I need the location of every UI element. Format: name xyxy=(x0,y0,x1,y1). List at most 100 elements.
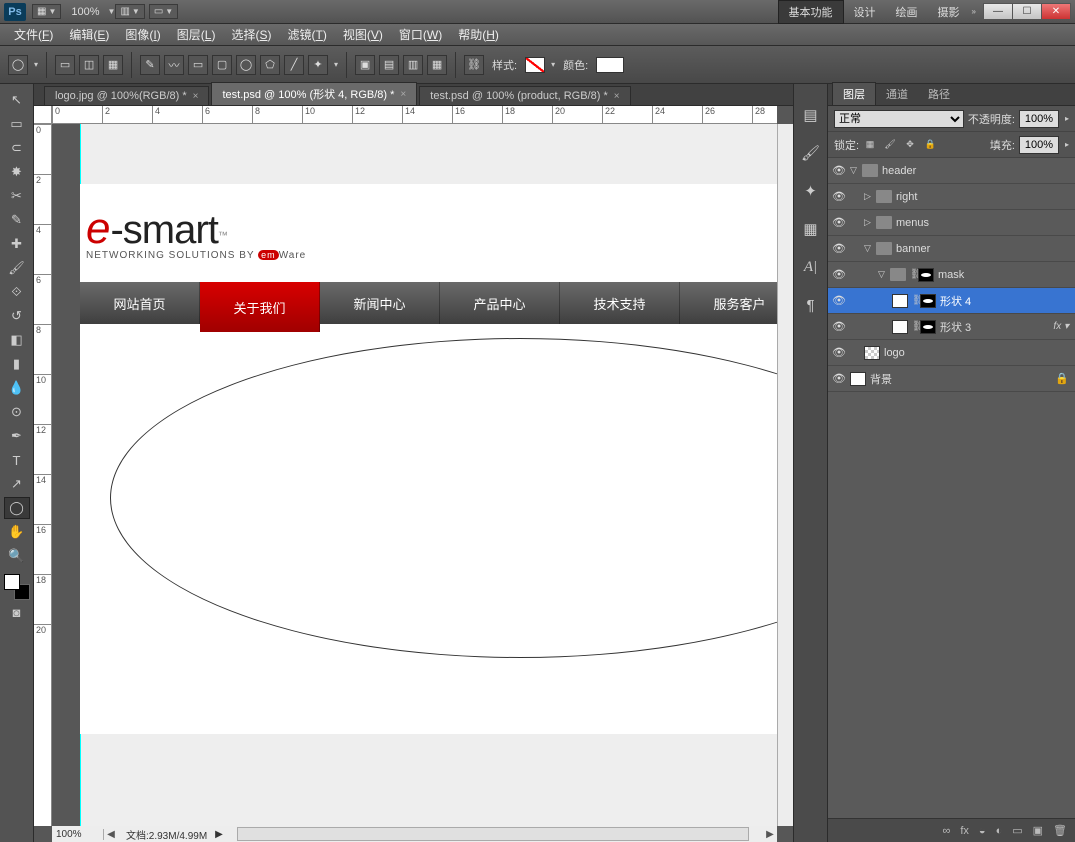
fx-icon[interactable]: fx xyxy=(960,825,969,837)
disclosure-icon[interactable]: ▷ xyxy=(864,217,876,228)
new-layer-icon[interactable]: ▣ xyxy=(1033,824,1043,837)
tab-layers[interactable]: 图层 xyxy=(832,82,876,105)
layer-thumb[interactable] xyxy=(864,346,880,360)
layer-row[interactable]: 👁⛓形状 4 xyxy=(828,288,1075,314)
visibility-icon[interactable]: 👁 xyxy=(828,294,850,307)
pen-icon[interactable]: ✎ xyxy=(140,55,160,75)
menu-file[interactable]: 文件(F) xyxy=(6,24,61,45)
workspace-photo[interactable]: 摄影 xyxy=(928,1,970,23)
polygon-shape-icon[interactable]: ⬠ xyxy=(260,55,280,75)
quick-select-tool[interactable]: ✸ xyxy=(4,161,30,183)
document-tab[interactable]: test.psd @ 100% (形状 4, RGB/8) *× xyxy=(211,82,417,105)
opacity-input[interactable] xyxy=(1019,110,1059,128)
view-extras-button[interactable]: ▥▼ xyxy=(115,4,144,19)
layer-row[interactable]: 👁▷right xyxy=(828,184,1075,210)
layer-row[interactable]: 👁▷menus xyxy=(828,210,1075,236)
layer-row[interactable]: 👁▽⛓mask xyxy=(828,262,1075,288)
horizontal-ruler[interactable]: 0246810121416182022242628 xyxy=(52,106,777,124)
blur-tool[interactable]: 💧 xyxy=(4,377,30,399)
move-tool[interactable]: ↖ xyxy=(4,89,30,111)
menu-layer[interactable]: 图层(L) xyxy=(169,24,224,45)
vertical-ruler[interactable]: 02468101214161820 xyxy=(34,124,52,826)
layer-name[interactable]: header xyxy=(882,165,916,177)
rect-shape-icon[interactable]: ▭ xyxy=(188,55,208,75)
color-swatches[interactable] xyxy=(4,574,30,600)
menu-window[interactable]: 窗口(W) xyxy=(391,24,450,45)
scroll-right-icon[interactable]: ▶ xyxy=(763,829,777,840)
status-menu-icon[interactable]: ▶ xyxy=(215,829,223,840)
layer-name[interactable]: right xyxy=(896,191,917,203)
history-brush-tool[interactable]: ↺ xyxy=(4,305,30,327)
vector-mask-thumb[interactable] xyxy=(920,320,936,334)
marquee-tool[interactable]: ▭ xyxy=(4,113,30,135)
horizontal-scrollbar[interactable] xyxy=(237,827,749,841)
visibility-icon[interactable]: 👁 xyxy=(828,242,850,255)
layer-row[interactable]: 👁背景🔒 xyxy=(828,366,1075,392)
visibility-icon[interactable]: 👁 xyxy=(828,190,850,203)
layer-thumb[interactable] xyxy=(892,294,908,308)
menu-select[interactable]: 选择(S) xyxy=(223,24,279,45)
pen-tool[interactable]: ✒ xyxy=(4,425,30,447)
swatches-panel-icon[interactable]: ▦ xyxy=(799,218,823,240)
trash-icon[interactable]: 🗑 xyxy=(1053,824,1067,837)
freeform-pen-icon[interactable]: 〰 xyxy=(164,55,184,75)
foreground-swatch[interactable] xyxy=(4,574,20,590)
layer-row[interactable]: 👁▽header xyxy=(828,158,1075,184)
menu-help[interactable]: 帮助(H) xyxy=(450,24,507,45)
zoom-tool[interactable]: 🔍 xyxy=(4,545,30,567)
workspace-more-icon[interactable]: » xyxy=(972,7,976,16)
nav-item[interactable]: 服务客户 xyxy=(680,282,777,324)
layer-name[interactable]: 背景 xyxy=(870,371,892,387)
shape-layers-icon[interactable]: ▭ xyxy=(55,55,75,75)
layer-name[interactable]: mask xyxy=(938,269,964,281)
disclosure-icon[interactable]: ▽ xyxy=(878,269,890,280)
eyedropper-tool[interactable]: ✎ xyxy=(4,209,30,231)
layer-thumb[interactable] xyxy=(892,320,908,334)
combine-intersect-icon[interactable]: ▥ xyxy=(403,55,423,75)
layer-row[interactable]: 👁 ▽ banner xyxy=(828,236,1075,262)
disclosure-icon[interactable]: ▽ xyxy=(850,165,862,176)
character-panel-icon[interactable]: A| xyxy=(799,256,823,278)
status-zoom[interactable]: 100% xyxy=(52,829,104,840)
nav-item[interactable]: 产品中心 xyxy=(440,282,560,324)
nav-item[interactable]: 技术支持 xyxy=(560,282,680,324)
layer-name[interactable]: banner xyxy=(896,243,930,255)
hand-tool[interactable]: ✋ xyxy=(4,521,30,543)
nav-item[interactable]: 新闻中心 xyxy=(320,282,440,324)
ellipse-tool[interactable]: ◯ xyxy=(4,497,30,519)
fill-flyout-icon[interactable]: ▸ xyxy=(1065,140,1069,149)
custom-shape-icon[interactable]: ✦ xyxy=(308,55,328,75)
history-panel-icon[interactable]: ▤ xyxy=(799,104,823,126)
layer-thumb[interactable] xyxy=(850,372,866,386)
line-shape-icon[interactable]: ╱ xyxy=(284,55,304,75)
window-close-button[interactable]: ✕ xyxy=(1041,3,1071,20)
menu-edit[interactable]: 编辑(E) xyxy=(61,24,117,45)
nav-item[interactable]: 关于我们 xyxy=(200,282,320,332)
workspace-design[interactable]: 设计 xyxy=(844,1,886,23)
stamp-tool[interactable]: ⟐ xyxy=(4,281,30,303)
combine-exclude-icon[interactable]: ▦ xyxy=(427,55,447,75)
disclosure-icon[interactable]: ▽ xyxy=(864,243,876,254)
fill-pixels-icon[interactable]: ▦ xyxy=(103,55,123,75)
link-icon[interactable]: ⛓ xyxy=(464,55,484,75)
mask-thumb[interactable] xyxy=(918,268,934,282)
close-icon[interactable]: × xyxy=(614,91,620,102)
blend-mode-select[interactable]: 正常 xyxy=(834,110,964,128)
crop-tool[interactable]: ✂ xyxy=(4,185,30,207)
group-icon[interactable]: ▭ xyxy=(1012,824,1022,837)
tab-channels[interactable]: 通道 xyxy=(876,83,918,105)
scroll-left-icon[interactable]: ◀ xyxy=(104,829,118,840)
adjustment-icon[interactable]: ◐ xyxy=(996,825,1003,837)
workspace-basic[interactable]: 基本功能 xyxy=(778,0,844,24)
fx-badge[interactable]: fx ▾ xyxy=(1053,321,1069,332)
tab-paths[interactable]: 路径 xyxy=(918,83,960,105)
vertical-scrollbar[interactable] xyxy=(777,124,793,826)
layer-name[interactable]: menus xyxy=(896,217,929,229)
layer-row[interactable]: 👁⛓形状 3fx ▾ xyxy=(828,314,1075,340)
screen-mode-button[interactable]: ▭▼ xyxy=(149,4,178,19)
color-swatch[interactable] xyxy=(596,57,624,73)
dodge-tool[interactable]: ⊙ xyxy=(4,401,30,423)
gradient-tool[interactable]: ▮ xyxy=(4,353,30,375)
canvas[interactable]: e-smart™ NETWORKING SOLUTIONS BY emWare … xyxy=(52,124,777,826)
combine-subtract-icon[interactable]: ▤ xyxy=(379,55,399,75)
